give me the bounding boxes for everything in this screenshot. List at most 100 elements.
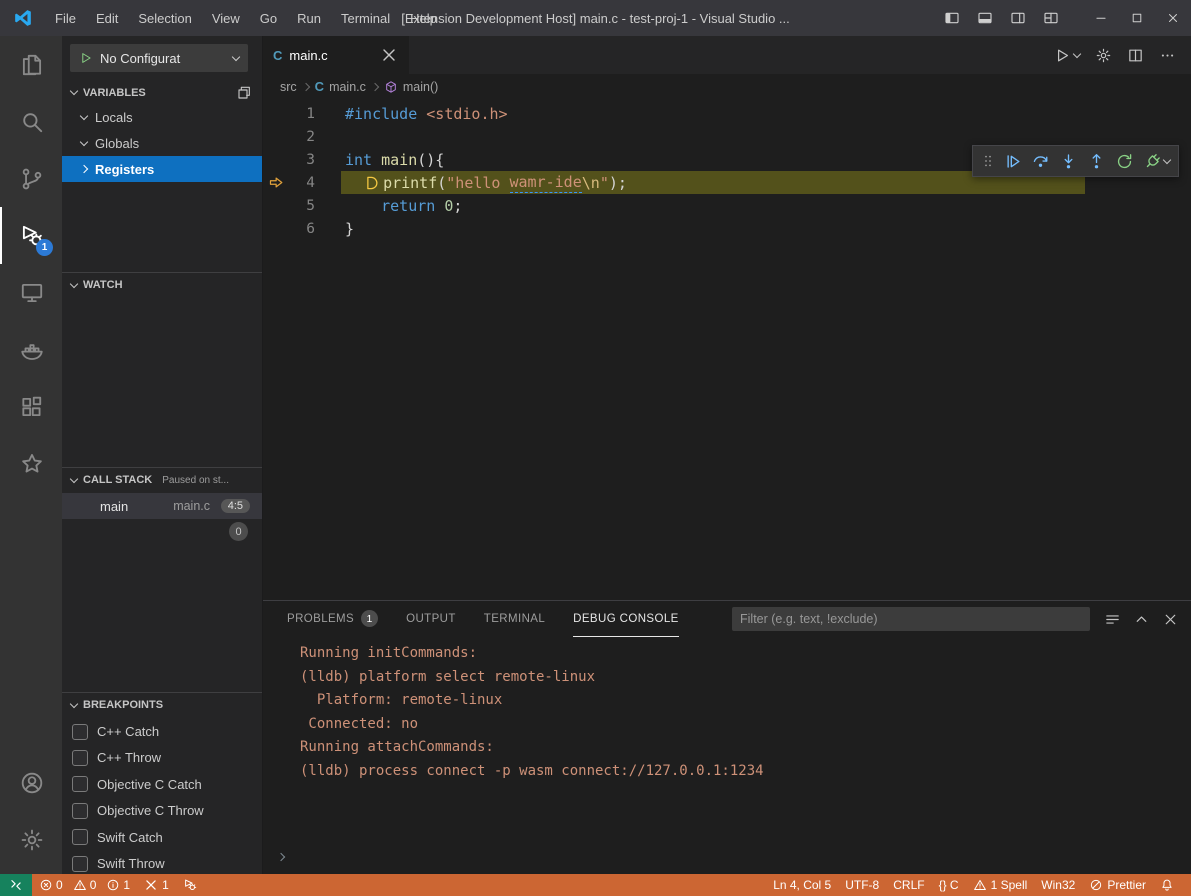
close-button[interactable] [1155,0,1191,36]
launch-configuration-dropdown[interactable]: No Configurat [70,44,248,72]
panel-maximize-icon[interactable] [1133,611,1150,628]
menu-item-view[interactable]: View [202,11,250,26]
breakpoint-item[interactable]: Objective C Throw [62,797,262,824]
console-prompt[interactable] [278,845,1191,869]
tab-close-icon[interactable] [379,45,399,65]
variables-section-header[interactable]: VARIABLES [62,80,262,105]
editor-action-run-or-debug[interactable] [1054,47,1080,64]
customize-layout-icon[interactable] [1043,10,1059,26]
language-mode[interactable]: {} C [932,874,966,896]
problems-indicator[interactable]: 001 [32,874,137,896]
breakpoint-checkbox[interactable] [72,750,88,766]
editor-action-configure[interactable] [1095,47,1112,64]
editor-area: C main.c src Cmain.c main() 1#include <std… [263,36,1191,874]
panel-tab-debug-console[interactable]: DEBUG CONSOLE [573,601,679,637]
inline-breakpoint-icon[interactable] [363,174,381,192]
menu-item-run[interactable]: Run [287,11,331,26]
console-filter-input[interactable] [732,607,1090,631]
line-number: 2 [289,129,315,145]
editor-action-more-actions[interactable] [1159,47,1176,64]
toggle-sidebar-icon[interactable] [944,10,960,26]
editor-action-split-editor[interactable] [1127,47,1144,64]
panel-tab-problems[interactable]: PROBLEMS1 [287,601,378,637]
breakpoint-checkbox[interactable] [72,856,88,872]
collapse-all-icon[interactable] [236,85,252,101]
remote-indicator[interactable] [0,874,32,896]
activity-item-docker[interactable] [0,321,62,378]
call-stack-section-header[interactable]: CALL STACK Paused on st... [62,467,262,492]
activity-item-extensions[interactable] [0,378,62,435]
step-over-button[interactable] [1026,147,1054,175]
breakpoint-item[interactable]: C++ Catch [62,718,262,745]
encoding[interactable]: UTF-8 [838,874,886,896]
menu-item-selection[interactable]: Selection [128,11,201,26]
problems-indicator-part: 1 [106,878,130,892]
maximize-button[interactable] [1119,0,1155,36]
watch-section-header[interactable]: WATCH [62,272,262,297]
activity-item-source-control[interactable] [0,150,62,207]
drag-handle-icon[interactable] [978,147,998,175]
breakpoint-checkbox[interactable] [72,803,88,819]
breakpoint-item[interactable]: Swift Throw [62,850,262,877]
code-line[interactable]: 5 return 0; [263,194,1191,217]
restart-button[interactable] [1110,147,1138,175]
code-line[interactable]: 1#include <stdio.h> [263,102,1191,125]
prettier[interactable]: Prettier [1082,874,1153,896]
run-and-debug-sidebar: No Configurat VARIABLES LocalsGlobalsReg… [62,36,263,874]
activity-item-manage[interactable] [0,811,62,868]
code-line[interactable]: 6} [263,217,1191,240]
panel-tab-terminal[interactable]: TERMINAL [484,601,545,637]
breadcrumb-item-main-c[interactable]: Cmain.c [315,79,366,94]
breadcrumb-item-main-[interactable]: main() [384,80,438,94]
activity-item-explorer[interactable] [0,36,62,93]
activity-item-search[interactable] [0,93,62,150]
breakpoint-item[interactable]: C++ Throw [62,744,262,771]
panel-tab-output[interactable]: OUTPUT [406,601,456,637]
activity-item-accounts[interactable] [0,754,62,811]
minimize-icon [1094,11,1108,25]
notifications[interactable] [1153,874,1181,896]
debug-indicator[interactable] [176,874,204,896]
step-into-button[interactable] [1054,147,1082,175]
breakpoint-item[interactable]: Objective C Catch [62,771,262,798]
window-title: [Extension Development Host] main.c - te… [401,11,789,26]
code-editor[interactable]: 1#include <stdio.h>23int main(){4 printf… [263,99,1191,600]
menu-item-edit[interactable]: Edit [86,11,128,26]
toggle-secondary-sidebar-icon[interactable] [1010,10,1026,26]
breakpoints-section-header[interactable]: BREAKPOINTS [62,692,262,717]
variables-item-registers[interactable]: Registers [62,156,262,182]
platform[interactable]: Win32 [1034,874,1082,896]
activity-item-remote-explorer[interactable] [0,264,62,321]
panel-close-icon[interactable] [1162,611,1179,628]
breadcrumb-item-src[interactable]: src [280,80,297,94]
continue-button[interactable] [998,147,1026,175]
tasks-indicator[interactable]: 1 [137,874,176,896]
tab-main-c[interactable]: C main.c [263,36,409,74]
debug-console[interactable]: Running initCommands:(lldb) platform sel… [263,637,1191,874]
minimize-button[interactable] [1083,0,1119,36]
call-stack-frame[interactable]: mainmain.c4:5 [62,493,262,519]
activity-item-favorites[interactable] [0,435,62,492]
variables-item-locals[interactable]: Locals [62,104,262,130]
menu-item-file[interactable]: File [45,11,86,26]
breakpoint-checkbox[interactable] [72,724,88,740]
breakpoint-checkbox[interactable] [72,829,88,845]
breakpoint-checkbox[interactable] [72,776,88,792]
eol[interactable]: CRLF [886,874,931,896]
menu-item-terminal[interactable]: Terminal [331,11,400,26]
gutter-glyph-margin[interactable] [263,174,289,191]
activity-item-run-and-debug[interactable]: 1 [0,207,62,264]
variables-item-globals[interactable]: Globals [62,130,262,156]
step-out-button[interactable] [1082,147,1110,175]
call-stack-status: Paused on st... [162,475,229,486]
disconnect-button[interactable] [1138,147,1166,175]
activity-badge: 1 [36,239,53,256]
console-lines-icon[interactable] [1104,611,1121,628]
cursor-position[interactable]: Ln 4, Col 5 [766,874,838,896]
spell-checker[interactable]: 1 Spell [966,874,1035,896]
toggle-panel-icon[interactable] [977,10,993,26]
breakpoint-item[interactable]: Swift Catch [62,824,262,851]
activity-bar: 1 [0,36,62,874]
bottom-panel: PROBLEMS1 OUTPUT TERMINAL DEBUG CONSOLE Run… [263,600,1191,874]
menu-item-go[interactable]: Go [250,11,287,26]
